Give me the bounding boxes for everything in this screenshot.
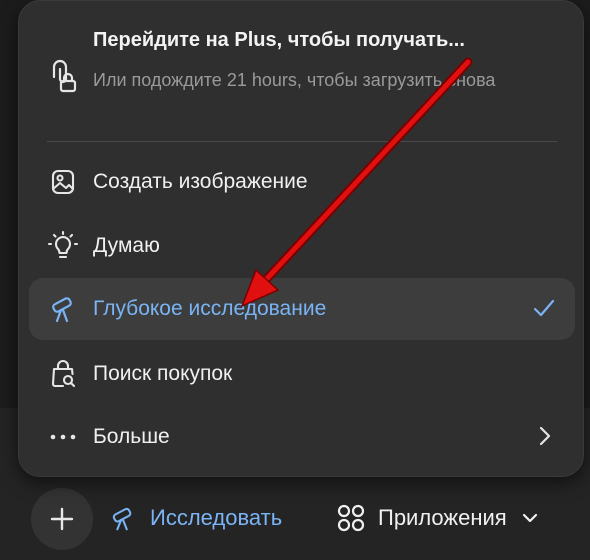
menu-item-more[interactable]: Больше <box>29 406 575 468</box>
menu-item-deep-research[interactable]: Глубокое исследование <box>29 278 575 340</box>
add-attachment-button[interactable] <box>31 488 93 550</box>
menu-item-label: Думаю <box>93 234 160 257</box>
tools-menu: Перейдите на Plus, чтобы получать... Или… <box>18 0 584 477</box>
apps-grid-icon <box>337 504 365 532</box>
menu-item-label: Создать изображение <box>93 170 308 193</box>
telescope-icon <box>112 507 132 531</box>
plus-icon <box>50 507 74 531</box>
lightbulb-icon <box>47 230 79 259</box>
menu-item-shopping-search[interactable]: Поиск покупок <box>29 343 575 405</box>
research-tool-button[interactable]: Исследовать <box>108 496 282 540</box>
checkmark-icon <box>533 299 555 317</box>
menu-item-label: Больше <box>93 425 170 448</box>
more-dots-icon <box>50 434 76 440</box>
apps-button[interactable]: Приложения <box>336 496 541 540</box>
menu-item-create-image[interactable]: Создать изображение <box>29 151 575 213</box>
menu-item-thinking[interactable]: Думаю <box>29 215 575 277</box>
upgrade-plus-banner[interactable]: Перейдите на Plus, чтобы получать... Или… <box>19 19 583 129</box>
image-icon <box>51 169 75 195</box>
upsell-subtitle: Или подождите 21 hours, чтобы загрузить … <box>93 70 496 90</box>
shopping-bag-search-icon <box>51 360 76 388</box>
paperclip-lock-icon <box>52 59 77 93</box>
upsell-title: Перейдите на Plus, чтобы получать... <box>93 29 465 51</box>
menu-item-label: Глубокое исследование <box>93 297 327 320</box>
menu-item-label: Поиск покупок <box>93 362 233 385</box>
chevron-down-icon <box>522 513 537 523</box>
apps-label: Приложения <box>378 505 507 530</box>
menu-divider <box>47 141 557 142</box>
telescope-icon <box>52 297 72 323</box>
chevron-right-icon <box>539 426 551 446</box>
research-tool-label: Исследовать <box>150 505 283 530</box>
